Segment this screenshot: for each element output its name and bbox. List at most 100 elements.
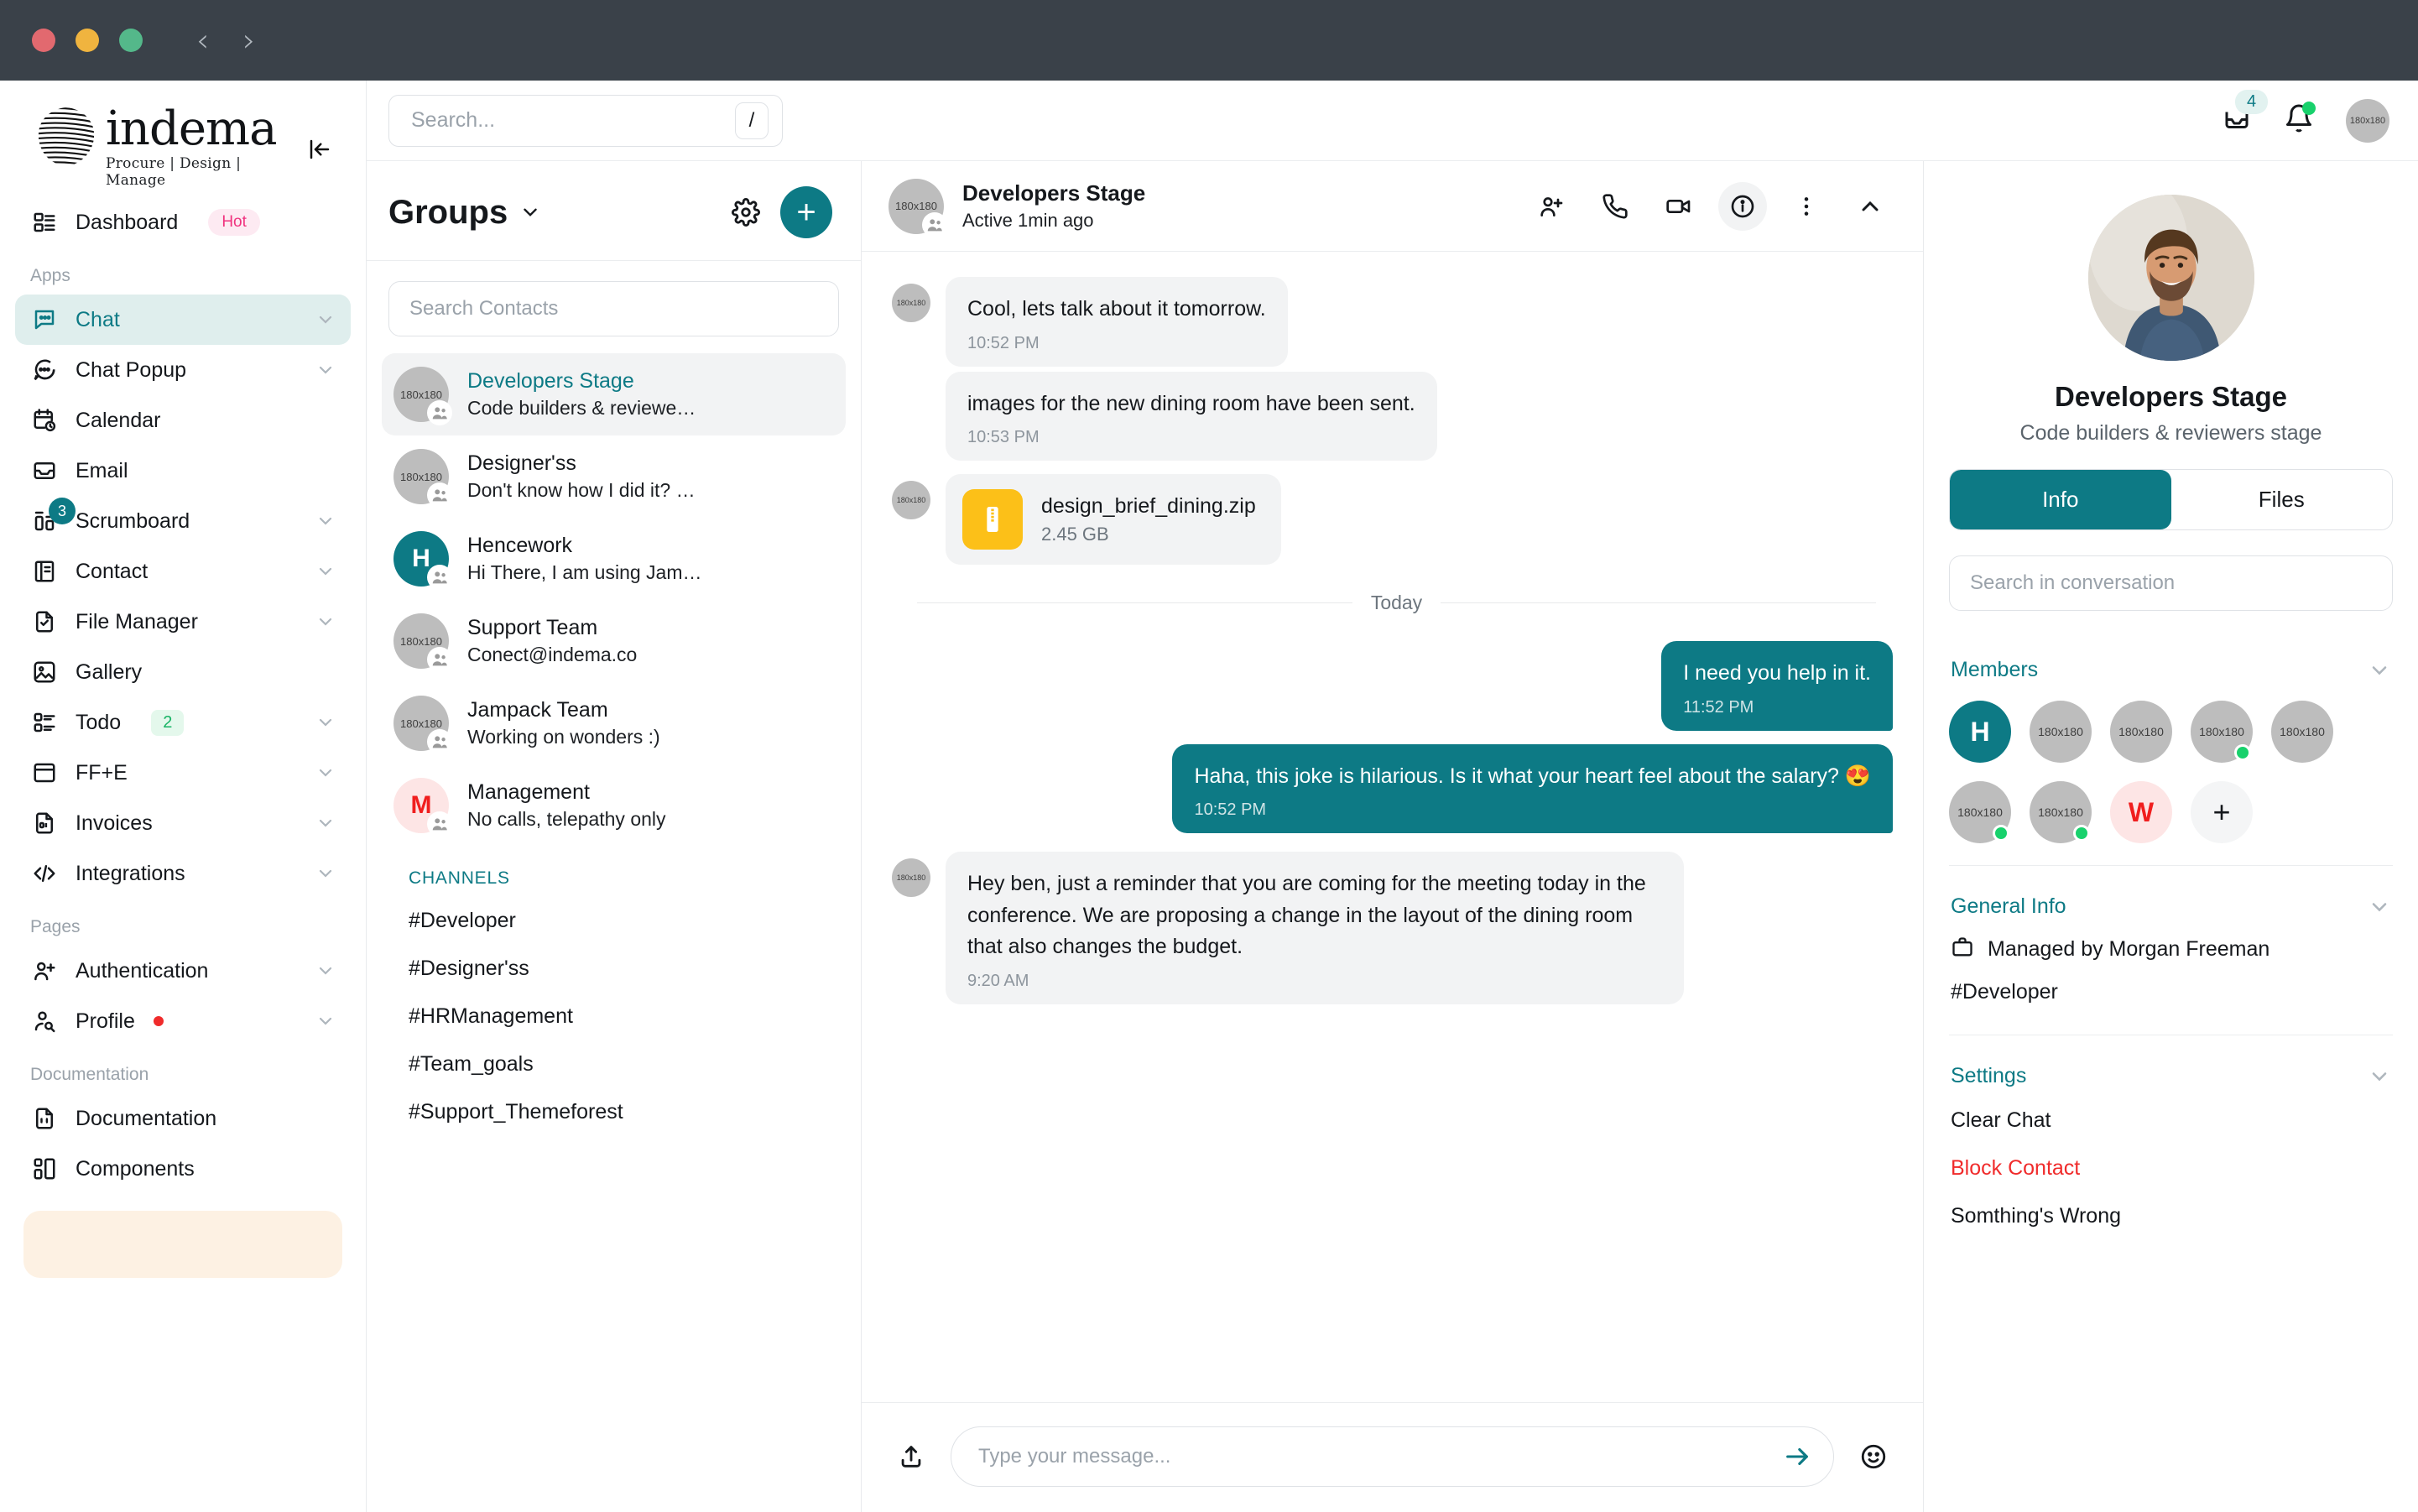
add-group-button[interactable]: + bbox=[780, 186, 832, 238]
collapse-chat-button[interactable] bbox=[1846, 182, 1894, 231]
message-bubble-outgoing[interactable]: Haha, this joke is hilarious. Is it what… bbox=[1172, 743, 1893, 833]
sidebar-item-todo[interactable]: Todo 2 bbox=[15, 697, 351, 748]
sidebar-item-calendar[interactable]: Calendar bbox=[15, 395, 351, 446]
brand-logo[interactable]: indema Procure | Design | Manage bbox=[34, 104, 302, 189]
settings-section-header[interactable]: Settings bbox=[1949, 1035, 2393, 1097]
collapse-sidebar-button[interactable] bbox=[302, 132, 337, 167]
message-bubble-incoming[interactable]: Cool, lets talk about it tomorrow. 10:52… bbox=[946, 277, 1288, 367]
close-window-button[interactable] bbox=[32, 29, 55, 52]
report-problem-button[interactable]: Somthing's Wrong bbox=[1949, 1192, 2393, 1240]
member-avatar[interactable]: 180x180 bbox=[2030, 781, 2092, 843]
sidebar-item-invoices[interactable]: Invoices bbox=[15, 798, 351, 848]
sidebar-item-profile[interactable]: Profile bbox=[15, 996, 351, 1046]
message-bubble-outgoing[interactable]: I need you help in it. 11:52 PM bbox=[1661, 641, 1893, 731]
message-bubble-incoming[interactable]: Hey ben, just a reminder that you are co… bbox=[946, 852, 1684, 1004]
sidebar-item-documentation[interactable]: Documentation bbox=[15, 1093, 351, 1144]
contact-item-designerss[interactable]: 180x180 Designer'ss Don't know how I did… bbox=[382, 435, 846, 518]
block-contact-button[interactable]: Block Contact bbox=[1949, 1144, 2393, 1192]
file-size: 2.45 GB bbox=[1041, 523, 1109, 545]
voice-call-button[interactable] bbox=[1591, 182, 1639, 231]
sidebar-item-components[interactable]: Components bbox=[15, 1144, 351, 1194]
member-avatar[interactable]: 180x180 bbox=[2191, 701, 2253, 763]
add-person-button[interactable] bbox=[1527, 182, 1576, 231]
chat-header: 180x180 Developers Stage Active 1min ago bbox=[862, 161, 1923, 252]
emoji-picker-button[interactable] bbox=[1854, 1437, 1893, 1476]
message-time: 11:52 PM bbox=[1683, 697, 1754, 717]
contact-item-developers-stage[interactable]: 180x180 Developers Stage Code builders &… bbox=[382, 353, 846, 435]
channel-item-hrmanagement[interactable]: #HRManagement bbox=[382, 993, 846, 1040]
contact-item-jampack-team[interactable]: 180x180 Jampack Team Working on wonders … bbox=[382, 682, 846, 764]
add-member-button[interactable]: + bbox=[2191, 781, 2253, 843]
member-avatar[interactable]: 180x180 bbox=[1949, 781, 2011, 843]
sidebar-item-chat-popup[interactable]: Chat Popup bbox=[15, 345, 351, 395]
dashboard-badge: Hot bbox=[208, 209, 260, 236]
members-section-header[interactable]: Members bbox=[1949, 629, 2393, 691]
channel-item-developer[interactable]: #Developer bbox=[382, 897, 846, 945]
global-search[interactable]: / bbox=[388, 94, 783, 147]
contacts-title-group[interactable]: Groups bbox=[388, 194, 541, 232]
message-input-wrap[interactable] bbox=[951, 1426, 1834, 1487]
video-call-button[interactable] bbox=[1655, 182, 1703, 231]
forward-button[interactable]: › bbox=[242, 24, 255, 56]
notifications-button[interactable] bbox=[2284, 102, 2316, 138]
member-avatar[interactable]: 180x180 bbox=[2271, 701, 2333, 763]
general-info-section-header[interactable]: General Info bbox=[1949, 866, 2393, 927]
topbar: / 4 180x180 bbox=[367, 81, 2418, 161]
notification-dot bbox=[2302, 102, 2316, 115]
tab-info[interactable]: Info bbox=[1950, 470, 2171, 529]
sidebar-item-chat[interactable]: Chat bbox=[15, 295, 351, 345]
sidebar-promo-card[interactable] bbox=[23, 1211, 342, 1278]
sidebar-item-email[interactable]: Email bbox=[15, 446, 351, 496]
member-avatar[interactable]: W bbox=[2110, 781, 2172, 843]
user-avatar[interactable]: 180x180 bbox=[2346, 98, 2389, 143]
maximize-window-button[interactable] bbox=[119, 29, 143, 52]
tab-files[interactable]: Files bbox=[2171, 470, 2393, 529]
sidebar-item-label: Calendar bbox=[76, 408, 161, 432]
topbar-actions: 4 180x180 bbox=[2222, 90, 2389, 143]
file-attachment-bubble[interactable]: design_brief_dining.zip 2.45 GB bbox=[946, 474, 1281, 565]
minimize-window-button[interactable] bbox=[76, 29, 99, 52]
sidebar-item-scrumboard[interactable]: 3 Scrumboard bbox=[15, 496, 351, 546]
code-icon bbox=[30, 859, 59, 888]
sidebar-section-pages: Pages bbox=[30, 917, 81, 936]
sidebar-item-label: Components bbox=[76, 1156, 195, 1181]
search-input[interactable] bbox=[411, 108, 735, 133]
avatar-placeholder: 180x180 bbox=[2110, 701, 2172, 763]
contact-item-management[interactable]: M Management No calls, telepathy only bbox=[382, 764, 846, 847]
inbox-button[interactable]: 4 bbox=[2222, 90, 2269, 138]
member-avatar[interactable]: 180x180 bbox=[2030, 701, 2092, 763]
scrumboard-badge: 3 bbox=[49, 498, 76, 524]
member-avatar[interactable]: H bbox=[1949, 701, 2011, 763]
attach-file-button[interactable] bbox=[892, 1437, 930, 1476]
sidebar-item-gallery[interactable]: Gallery bbox=[15, 647, 351, 697]
search-contacts-input[interactable] bbox=[388, 281, 839, 336]
contact-item-hencework[interactable]: H Hencework Hi There, I am using Jam… bbox=[382, 518, 846, 600]
sidebar-item-dashboard[interactable]: Dashboard Hot bbox=[15, 197, 351, 248]
channel-item-team-goals[interactable]: #Team_goals bbox=[382, 1040, 846, 1088]
sidebar-item-ffe[interactable]: FF+E bbox=[15, 748, 351, 798]
chat-more-button[interactable] bbox=[1782, 182, 1831, 231]
message-bubble-incoming[interactable]: images for the new dining room have been… bbox=[946, 371, 1437, 461]
chat-info-button[interactable] bbox=[1718, 181, 1767, 231]
sidebar-item-contact[interactable]: Contact bbox=[15, 546, 351, 597]
contact-preview: Hi There, I am using Jam… bbox=[467, 561, 702, 583]
sidebar-item-authentication[interactable]: Authentication bbox=[15, 946, 351, 996]
window-controls bbox=[32, 29, 143, 52]
sidebar-item-file-manager[interactable]: File Manager bbox=[15, 597, 351, 647]
sidebar-item-integrations[interactable]: Integrations bbox=[15, 848, 351, 899]
image-icon bbox=[30, 658, 59, 686]
groups-settings-button[interactable] bbox=[732, 198, 760, 227]
channel-item-designerss[interactable]: #Designer'ss bbox=[382, 945, 846, 993]
contact-item-support-team[interactable]: 180x180 Support Team Conect@indema.co bbox=[382, 600, 846, 682]
send-message-button[interactable] bbox=[1783, 1442, 1811, 1471]
message-input[interactable] bbox=[978, 1445, 1771, 1468]
search-conversation-input[interactable] bbox=[1949, 555, 2393, 611]
channel-item-support-themeforest[interactable]: #Support_Themeforest bbox=[382, 1088, 846, 1136]
back-button[interactable]: ‹ bbox=[196, 24, 209, 56]
contact-preview: No calls, telepathy only bbox=[467, 808, 666, 830]
chevron-down-icon bbox=[524, 208, 537, 216]
clear-chat-button[interactable]: Clear Chat bbox=[1949, 1097, 2393, 1144]
message-avatar: 180x180 bbox=[892, 284, 930, 322]
member-avatar[interactable]: 180x180 bbox=[2110, 701, 2172, 763]
search-shortcut-badge: / bbox=[734, 102, 769, 139]
